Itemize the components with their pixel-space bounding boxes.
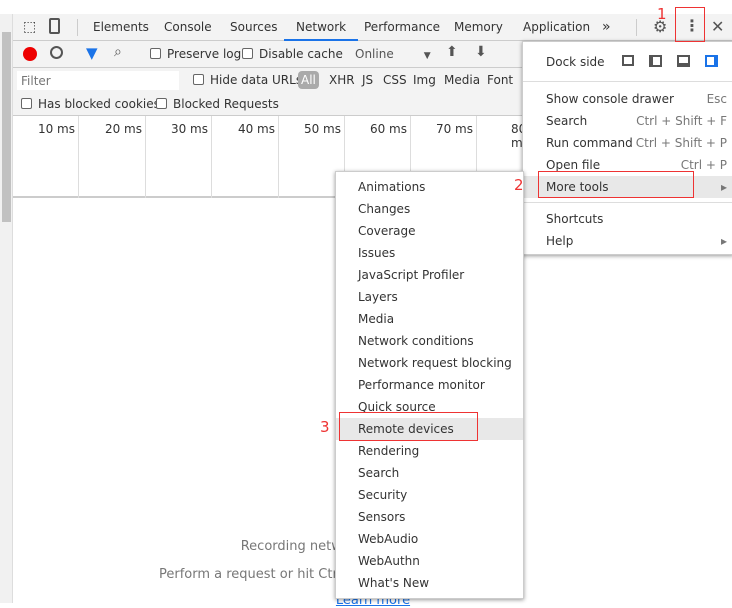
perform-request-message: Perform a request or hit Ctrl + R to rec… (158, 567, 508, 582)
dock-bottom-icon[interactable] (677, 55, 690, 67)
more-tools-item-network-conditions[interactable]: Network conditions (336, 330, 523, 352)
more-tools-item-changes[interactable]: Changes (336, 198, 523, 220)
filter-type-js[interactable]: JS (362, 73, 373, 87)
filter-input[interactable] (17, 71, 179, 90)
menu-item-run-command[interactable]: Run command Ctrl + Shift + P (523, 132, 732, 154)
tab-sources[interactable]: Sources (230, 14, 277, 41)
dock-right-icon[interactable] (705, 55, 718, 67)
device-toolbar-icon[interactable] (49, 18, 60, 34)
timeline-tick: 20 ms (79, 116, 146, 198)
preserve-log-checkbox[interactable]: Preserve log (150, 47, 241, 61)
filter-type-media[interactable]: Media (444, 73, 480, 87)
more-tools-item-layers[interactable]: Layers (336, 286, 523, 308)
more-tools-item-sensors[interactable]: Sensors (336, 506, 523, 528)
more-tools-item-javascript-profiler[interactable]: JavaScript Profiler (336, 264, 523, 286)
filter-type-css[interactable]: CSS (383, 73, 407, 87)
more-tools-item-rendering[interactable]: Rendering (336, 440, 523, 462)
filter-icon[interactable]: ▼ (86, 44, 98, 62)
tab-application[interactable]: Application (523, 14, 590, 41)
more-tools-item-webaudio[interactable]: WebAudio (336, 528, 523, 550)
recording-message: Recording network activity... (240, 539, 426, 554)
filter-type-img[interactable]: Img (413, 73, 436, 87)
timeline-tick: 10 ms (13, 116, 79, 198)
import-har-icon[interactable]: ⬆ (446, 44, 458, 60)
export-har-icon[interactable]: ⬇ (475, 44, 487, 60)
scrollbar-thumb[interactable] (2, 32, 11, 222)
more-tools-item-security[interactable]: Security (336, 484, 523, 506)
customize-menu: Dock side Show console drawer Esc Search C… (522, 41, 732, 255)
more-tools-item-network-request-blocking[interactable]: Network request blocking (336, 352, 523, 374)
tab-network[interactable]: Network (284, 14, 359, 41)
devtools-tab-bar: ⬚ Elements Console Sources Network Perfo… (13, 14, 732, 41)
tab-elements[interactable]: Elements (93, 14, 149, 41)
clear-icon[interactable] (50, 46, 63, 59)
more-tools-item-animations[interactable]: Animations (336, 176, 523, 198)
filter-type-xhr[interactable]: XHR (329, 73, 355, 87)
network-toolbar: ▼ ⌕ Preserve log Disable cache Online ▼ ⬆… (13, 41, 522, 68)
inspect-element-icon[interactable]: ⬚ (23, 19, 36, 35)
more-tools-item-search[interactable]: Search (336, 462, 523, 484)
close-icon[interactable]: ✕ (711, 17, 724, 36)
dock-side-label: Dock side (546, 55, 605, 69)
scrollbar[interactable] (0, 14, 13, 603)
throttle-select[interactable]: Online ▼ (355, 47, 431, 61)
tab-performance[interactable]: Performance (364, 14, 440, 41)
disable-cache-checkbox[interactable]: Disable cache (242, 47, 343, 61)
annotation-number: 3 (320, 418, 330, 436)
has-blocked-cookies-checkbox[interactable]: Has blocked cookies (21, 97, 160, 111)
menu-item-help[interactable]: Help ▸ (523, 230, 732, 252)
search-icon[interactable]: ⌕ (114, 44, 122, 60)
timeline-tick: 40 ms (212, 116, 279, 198)
tab-console[interactable]: Console (164, 14, 212, 41)
menu-item-shortcuts[interactable]: Shortcuts (523, 208, 732, 230)
tab-memory[interactable]: Memory (454, 14, 503, 41)
timeline-tick: 30 ms (146, 116, 212, 198)
more-tabs-button[interactable]: » (602, 14, 611, 41)
dock-left-icon[interactable] (649, 55, 662, 67)
filter-type-font[interactable]: Font (487, 73, 513, 87)
more-tools-submenu: Animations Changes Coverage Issues JavaScrip… (335, 171, 524, 599)
annotation-number: 2 (514, 176, 524, 194)
annotation-number: 1 (657, 5, 667, 23)
blocked-requests-checkbox[interactable]: Blocked Requests (156, 97, 279, 111)
record-icon[interactable] (23, 47, 37, 61)
annotation-box-3 (339, 412, 478, 441)
undock-icon[interactable] (622, 55, 634, 66)
annotation-box-1 (675, 7, 705, 42)
more-tools-item-what-s-new[interactable]: What's New (336, 572, 523, 594)
more-tools-item-performance-monitor[interactable]: Performance monitor (336, 374, 523, 396)
annotation-box-2 (538, 171, 694, 198)
hide-data-urls-checkbox[interactable]: Hide data URLs (193, 73, 302, 87)
more-tools-item-coverage[interactable]: Coverage (336, 220, 523, 242)
filter-bar: Hide data URLs All XHR JS CSS Img Media … (13, 68, 522, 116)
more-tools-item-media[interactable]: Media (336, 308, 523, 330)
more-tools-item-issues[interactable]: Issues (336, 242, 523, 264)
menu-item-show-console-drawer[interactable]: Show console drawer Esc (523, 88, 732, 110)
menu-item-search[interactable]: Search Ctrl + Shift + F (523, 110, 732, 132)
more-tools-item-webauthn[interactable]: WebAuthn (336, 550, 523, 572)
filter-type-all[interactable]: All (298, 71, 319, 89)
